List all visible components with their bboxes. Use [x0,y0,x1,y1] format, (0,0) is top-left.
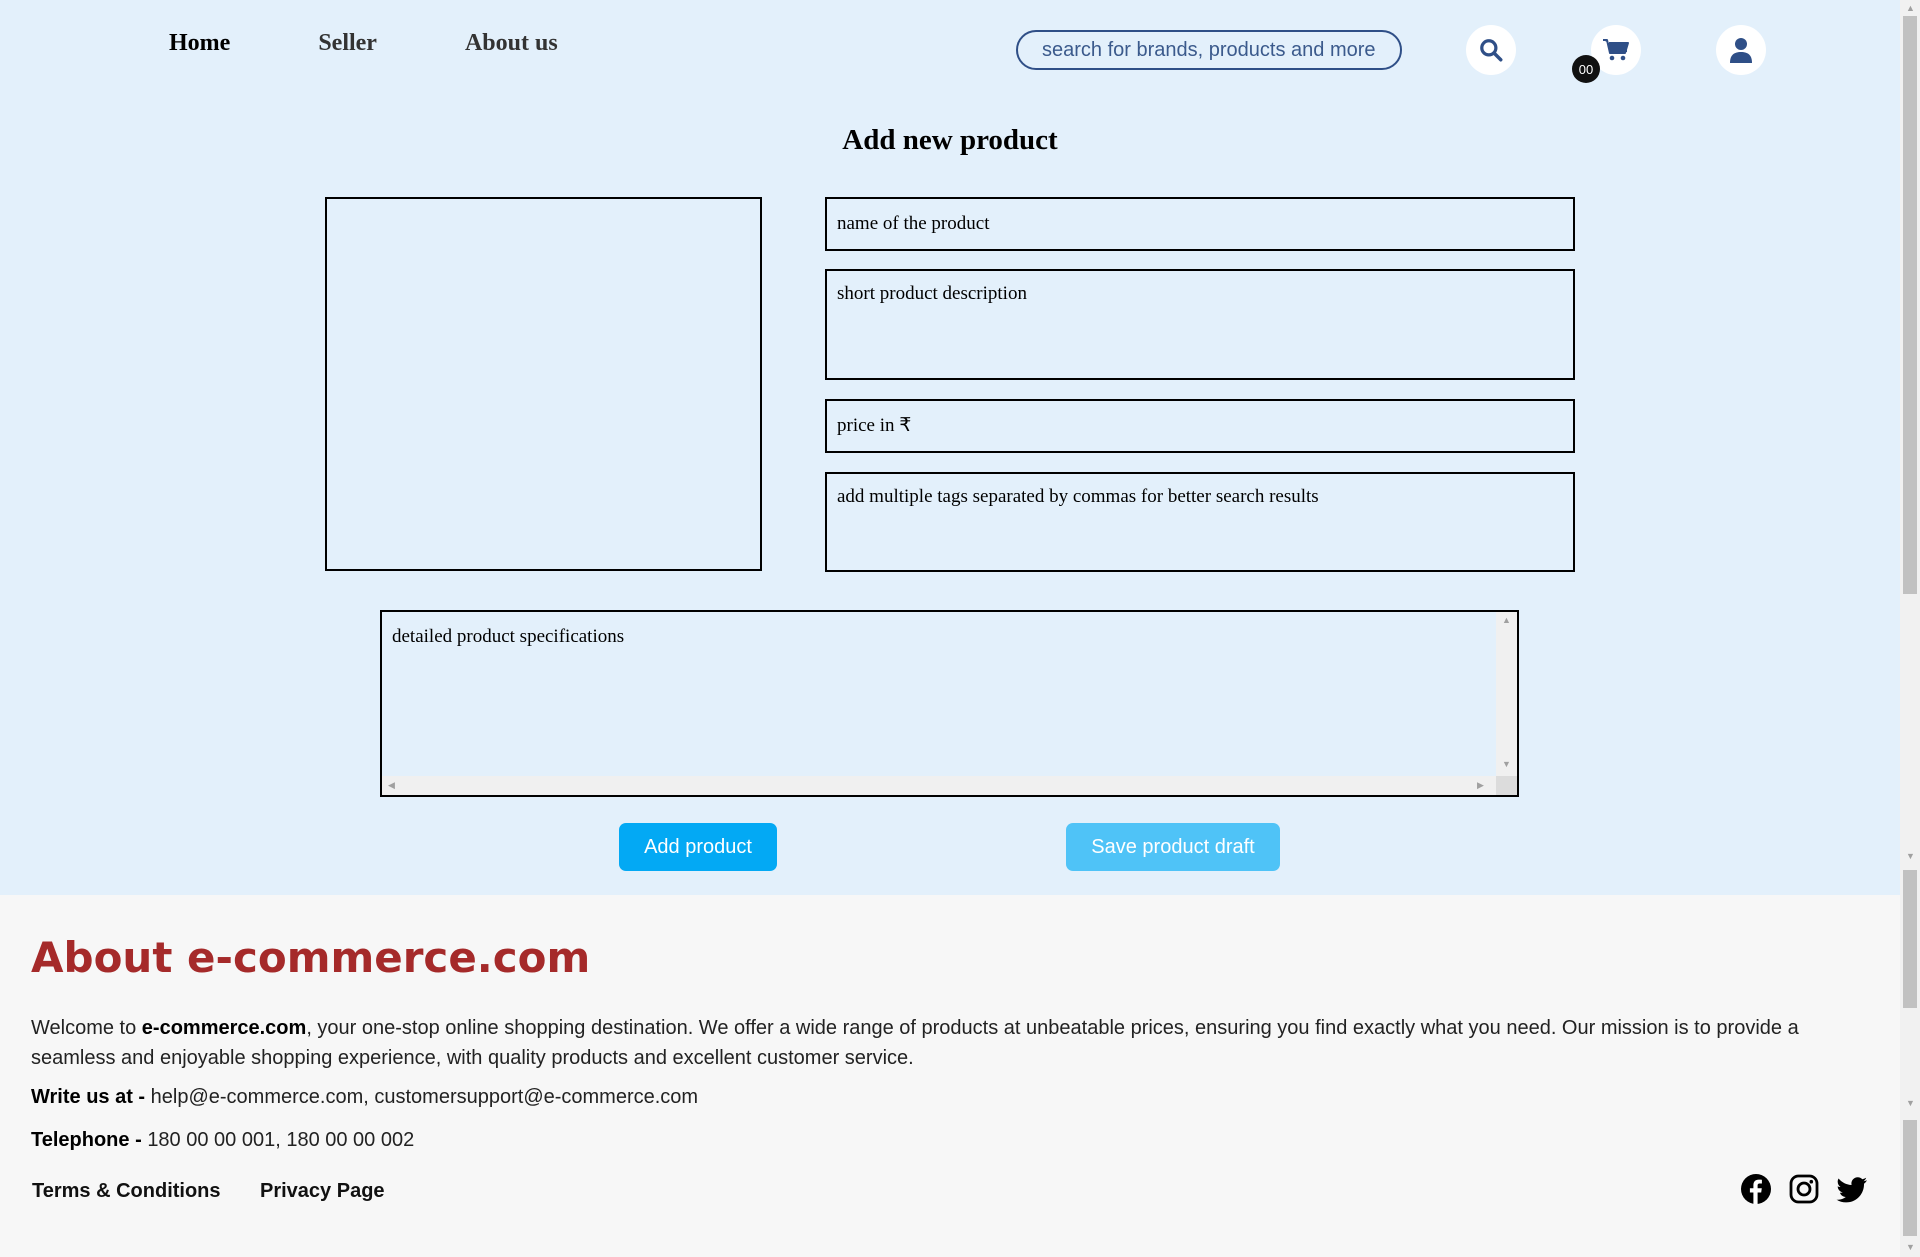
footer-title: About e-commerce.com [31,933,591,982]
search-button[interactable] [1466,25,1516,75]
price-input[interactable] [825,399,1575,453]
page-scroll-down-icon[interactable]: ▼ [1906,1242,1915,1252]
specs-horizontal-scrollbar[interactable]: ◀ ▶ [382,776,1496,795]
page-scrollbar[interactable]: ▲ ▼ ▼ ▼ [1900,0,1920,1257]
contact-phones: Telephone - 180 00 00 001, 180 00 00 002 [31,1129,414,1152]
main-nav: Home Seller About us [169,30,646,57]
twitter-icon[interactable] [1836,1173,1868,1205]
save-draft-button[interactable]: Save product draft [1066,823,1280,871]
privacy-link[interactable]: Privacy Page [260,1180,385,1203]
tags-input[interactable] [825,472,1575,572]
scroll-right-arrow-icon[interactable]: ▶ [1477,780,1484,791]
page-scroll-thumb-upper[interactable] [1903,16,1917,594]
footer-about-text: Welcome to e-commerce.com, your one-stop… [31,1013,1831,1073]
page-scroll-thumb-middle[interactable] [1903,870,1917,1008]
scroll-down-arrow-icon[interactable]: ▼ [1502,759,1511,769]
write-us-label: Write us at - [31,1086,151,1108]
facebook-icon[interactable] [1740,1173,1772,1205]
telephone-label: Telephone - [31,1129,148,1151]
search-input[interactable] [1016,30,1402,70]
add-product-button[interactable]: Add product [619,823,777,871]
phone-numbers: 180 00 00 001, 180 00 00 002 [147,1129,415,1151]
page-title: Add new product [842,124,1058,156]
nav-home-link[interactable]: Home [169,30,230,57]
short-description-input[interactable] [825,269,1575,380]
footer: About e-commerce.com Welcome to e-commer… [0,895,1900,1257]
cart-icon [1603,39,1629,61]
search-icon [1480,39,1503,62]
page-scroll-lower-down-icon[interactable]: ▼ [1906,1098,1915,1108]
nav-seller-link[interactable]: Seller [318,30,377,57]
nav-about-link[interactable]: About us [465,30,558,57]
instagram-icon[interactable] [1788,1173,1820,1205]
scroll-up-arrow-icon[interactable]: ▲ [1502,615,1511,625]
page-scroll-mid-down-icon[interactable]: ▼ [1906,851,1915,861]
user-account-button[interactable] [1716,25,1766,75]
specifications-input[interactable] [382,612,1494,778]
cart-count-badge: 00 [1572,55,1600,83]
user-icon [1730,38,1752,63]
product-name-input[interactable] [825,197,1575,251]
terms-link[interactable]: Terms & Conditions [32,1180,221,1203]
scroll-left-arrow-icon[interactable]: ◀ [388,780,395,791]
brand-name: e-commerce.com [141,1017,307,1039]
specs-vertical-scrollbar[interactable]: ▲ ▼ [1496,612,1517,778]
page-scroll-up-icon[interactable]: ▲ [1906,3,1915,13]
page-scroll-thumb-lower[interactable] [1903,1120,1917,1236]
contact-emails: Write us at - help@e-commerce.com, custo… [31,1086,698,1109]
email-addresses: help@e-commerce.com, customersupport@e-c… [150,1086,699,1108]
scrollbar-corner [1496,776,1517,795]
product-image-upload[interactable] [325,197,762,571]
welcome-prefix: Welcome to [31,1017,142,1039]
specifications-field: ▲ ▼ ◀ ▶ [380,610,1519,797]
